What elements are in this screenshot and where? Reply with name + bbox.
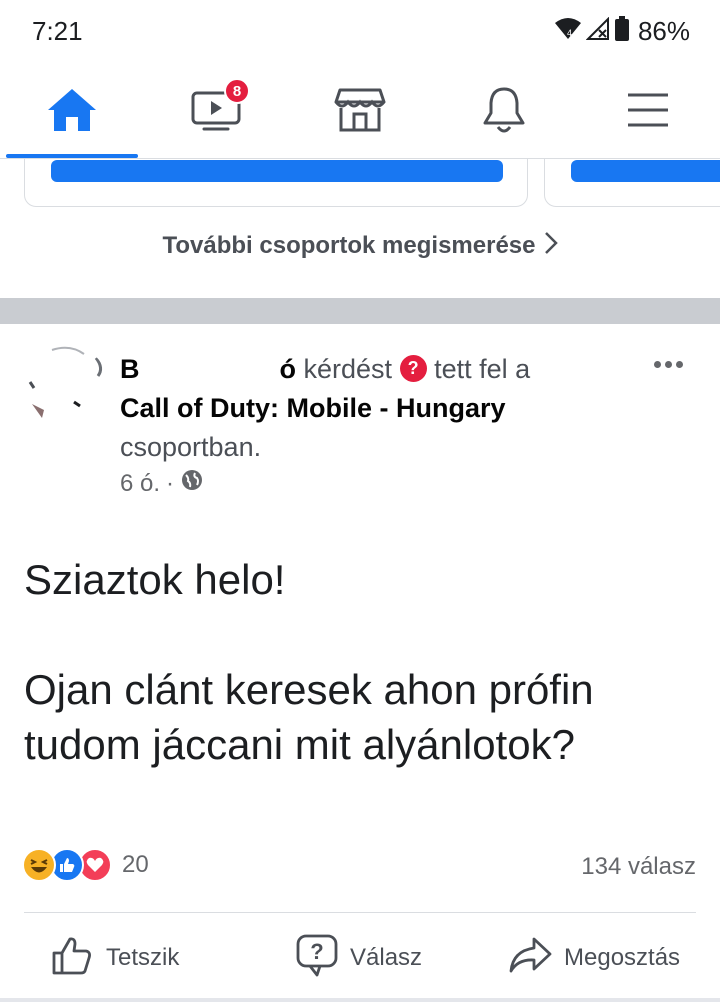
haha-icon [22, 848, 56, 882]
nav-home[interactable] [0, 64, 144, 160]
thumbs-up-icon [50, 933, 94, 984]
status-bar: 7:21 4 86% [0, 0, 720, 64]
cell-signal-icon [585, 16, 610, 46]
post-text-paragraph: Sziaztok helo! [24, 556, 286, 603]
nav-watch[interactable]: 8 [144, 64, 288, 160]
nav-notifications[interactable] [432, 64, 576, 160]
question-bubble-icon: ? [296, 933, 338, 984]
answer-count[interactable]: 134 válasz [581, 853, 696, 881]
author-name-redacted [139, 359, 280, 382]
notifications-bell-icon [480, 85, 528, 140]
reaction-count: 20 [122, 851, 149, 878]
share-button[interactable]: Megosztás [508, 932, 680, 984]
post-body: Sziaztok helo! Ojan clánt keresek ahon p… [24, 552, 694, 827]
wifi-icon: 4 [554, 17, 582, 46]
battery-percentage: 86% [637, 16, 690, 46]
post-header: Bó kérdést ? tett fel a Call of Duty: Mo… [120, 350, 630, 467]
join-group-button[interactable] [571, 160, 720, 182]
status-indicators: 4 86% [554, 16, 690, 47]
nav-marketplace[interactable] [288, 64, 432, 160]
answer-button[interactable]: ? Válasz [296, 932, 422, 984]
answer-label: Válasz [350, 944, 423, 971]
meta-separator: · [166, 469, 175, 497]
top-navigation: 8 [0, 64, 720, 160]
more-dot [664, 360, 672, 368]
join-group-button[interactable] [51, 160, 503, 182]
battery-icon [614, 16, 630, 47]
share-label: Megosztás [564, 944, 681, 971]
status-time: 7:21 [32, 16, 83, 46]
author-name-end[interactable]: ó [280, 354, 297, 384]
actions-divider [24, 912, 696, 913]
watch-notification-badge: 8 [224, 78, 250, 104]
more-dot [675, 360, 683, 368]
nav-menu[interactable] [576, 64, 720, 160]
like-button[interactable]: Tetszik [50, 932, 179, 984]
author-name-start[interactable]: B [120, 354, 140, 384]
post-timestamp[interactable]: 6 ó. [120, 470, 160, 498]
post-bottom-border [0, 998, 720, 1002]
chevron-right-icon [544, 231, 558, 262]
post-action-suffix: tett fel a [434, 354, 531, 384]
question-icon: ? [399, 355, 427, 383]
svg-text:?: ? [310, 939, 323, 964]
section-separator [0, 298, 720, 324]
reactions-summary[interactable]: 20 [22, 848, 149, 882]
post-action-text: kérdést [303, 354, 393, 384]
author-avatar[interactable] [24, 344, 108, 428]
post-options-button[interactable] [648, 352, 688, 376]
group-card[interactable] [544, 159, 720, 207]
like-label: Tetszik [106, 944, 180, 971]
see-more-groups-link[interactable]: További csoportok megismerése [0, 231, 720, 262]
marketplace-icon [334, 86, 386, 139]
network-type-label: 4 [567, 28, 572, 38]
group-card[interactable] [24, 159, 528, 207]
suggested-groups-carousel[interactable]: További csoportok megismerése [0, 159, 720, 299]
post-text-paragraph: Ojan clánt keresek ahon prófin tudom jác… [24, 666, 594, 768]
menu-icon [625, 90, 671, 135]
globe-icon [180, 468, 204, 499]
post-meta: 6 ó. · [120, 468, 204, 499]
home-icon [46, 86, 98, 139]
share-arrow-icon [508, 935, 552, 982]
group-name-link[interactable]: Call of Duty: Mobile - Hungary [120, 393, 506, 423]
more-dot [653, 360, 661, 368]
group-suffix: csoportban. [120, 432, 262, 462]
see-more-groups-label: További csoportok megismerése [162, 231, 536, 259]
